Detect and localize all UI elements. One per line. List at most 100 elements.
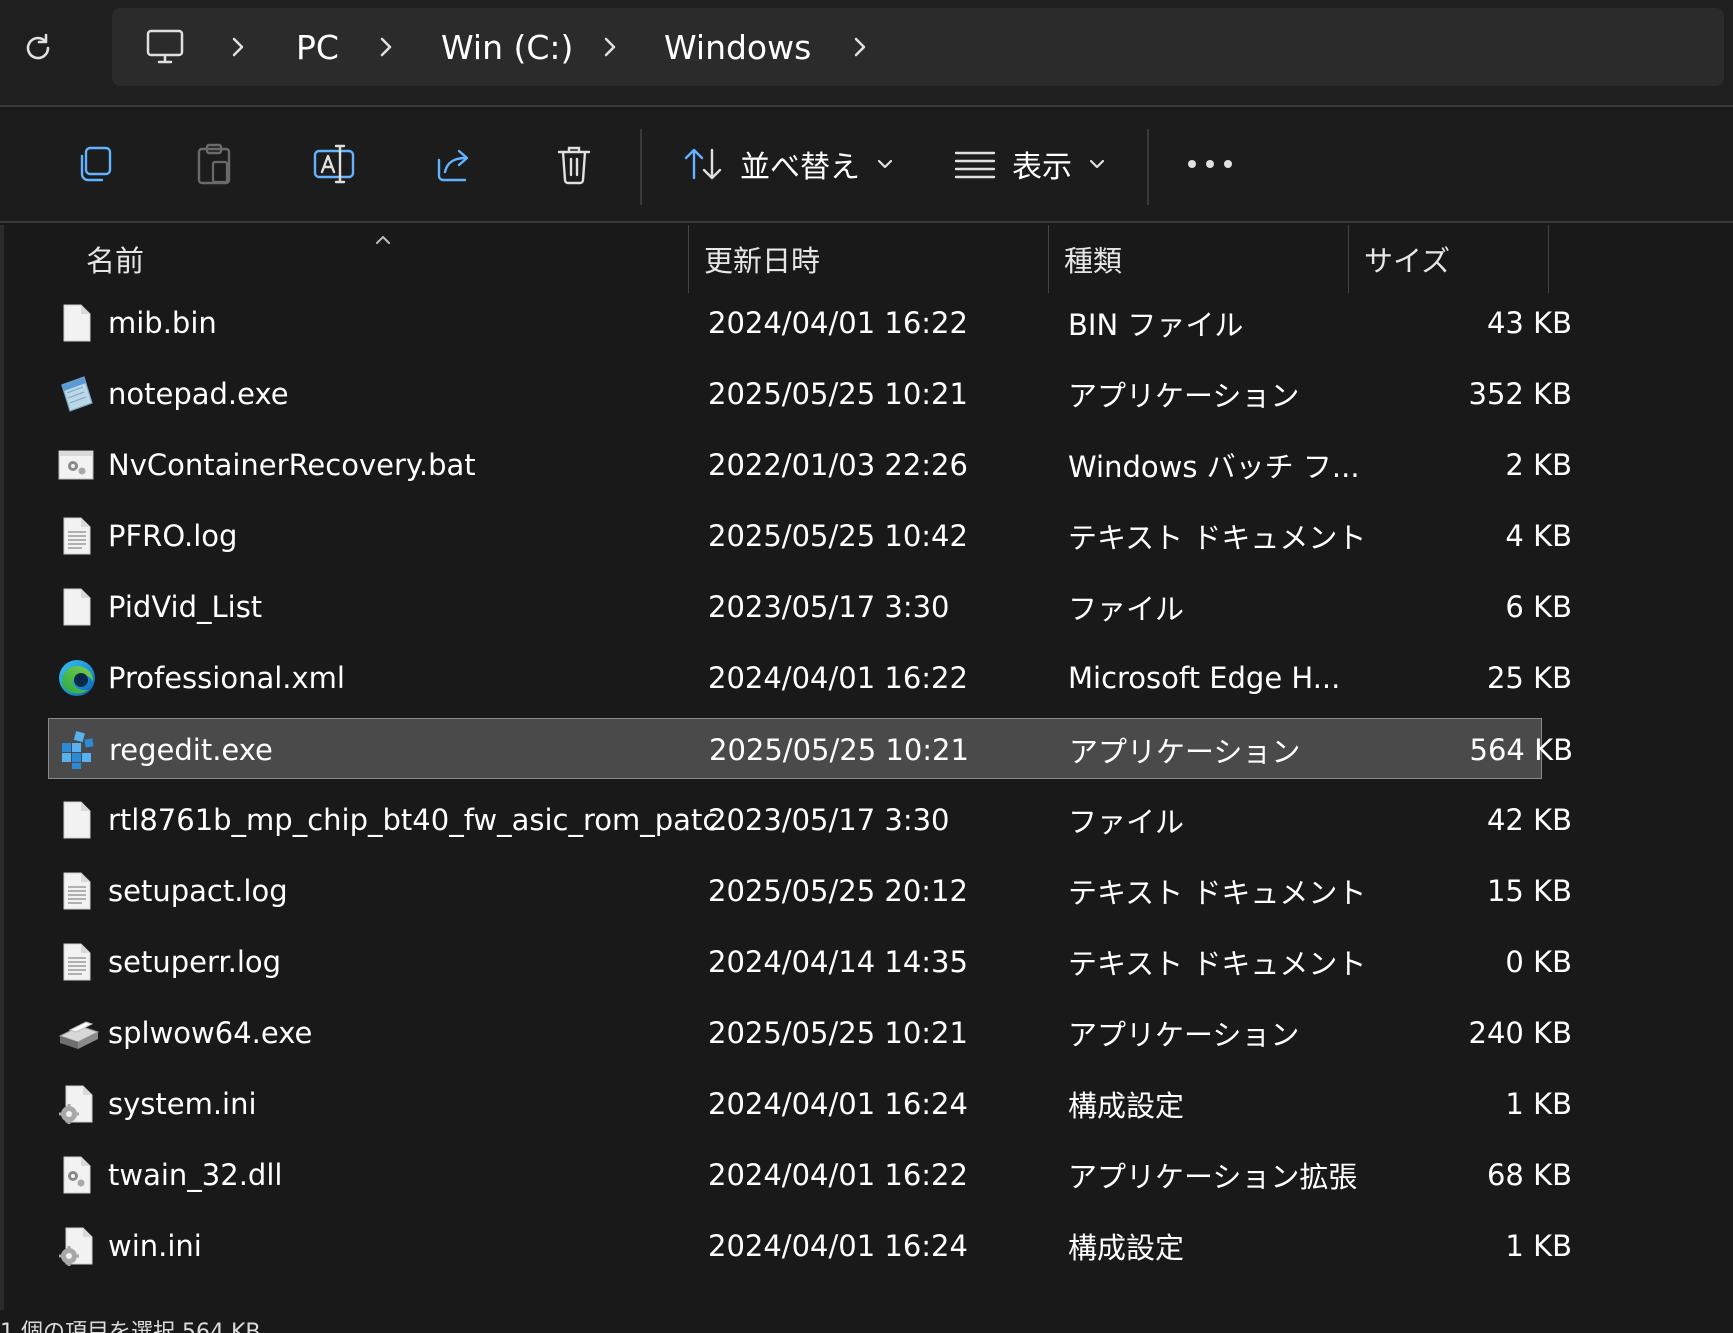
refresh-button[interactable] <box>14 24 62 72</box>
this-pc-button[interactable] <box>145 8 185 86</box>
regedit-icon <box>57 729 97 771</box>
file-row[interactable]: regedit.exe 2025/05/25 10:21 アプリケーション 564 K… <box>48 718 1573 779</box>
toolbar-separator <box>640 129 642 205</box>
chevron-right-icon[interactable] <box>230 8 246 86</box>
file-type: アプリケーション <box>1068 378 1300 413</box>
column-divider[interactable] <box>1048 225 1049 293</box>
blank-file-icon <box>56 799 96 841</box>
command-bar: 並べ替え 表示 <box>0 109 1733 223</box>
clipboard-icon <box>197 143 231 185</box>
file-row[interactable]: NvContainerRecovery.bat 2022/01/03 22:26 W… <box>48 434 1572 495</box>
printer-icon <box>56 1012 100 1054</box>
column-divider[interactable] <box>688 225 689 293</box>
more-options-button[interactable] <box>1180 134 1240 194</box>
file-row[interactable]: setuperr.log 2024/04/14 14:35 テキスト ドキュメント 0… <box>48 931 1572 992</box>
file-modified: 2024/04/01 16:24 <box>708 1228 968 1263</box>
file-name: setupact.log <box>108 873 288 908</box>
file-size: 0 KB <box>1505 944 1572 979</box>
file-row[interactable]: mib.bin 2024/04/01 16:22 BIN ファイル 43 KB <box>48 292 1572 353</box>
file-type: テキスト ドキュメント <box>1068 520 1367 555</box>
file-name: splwow64.exe <box>108 1015 313 1050</box>
text-file-icon <box>56 870 96 912</box>
sort-dropdown[interactable]: 並べ替え <box>682 134 894 194</box>
column-header-modified[interactable]: 更新日時 <box>704 225 820 293</box>
view-dropdown[interactable]: 表示 <box>954 134 1106 194</box>
file-row[interactable]: PFRO.log 2025/05/25 10:42 テキスト ドキュメント 4 KB <box>48 505 1572 566</box>
blank-file-icon <box>56 586 96 628</box>
batch-file-icon <box>56 444 96 486</box>
share-button[interactable] <box>424 134 484 194</box>
file-type: ファイル <box>1068 804 1185 839</box>
file-modified: 2023/05/17 3:30 <box>708 589 950 624</box>
file-size: 564 KB <box>1469 732 1573 767</box>
column-header-name[interactable]: 名前 <box>86 225 144 293</box>
blank-file-icon <box>56 302 96 344</box>
copy-button[interactable] <box>65 134 125 194</box>
settings-file-icon <box>56 1225 96 1267</box>
file-size: 68 KB <box>1486 1157 1572 1192</box>
file-modified: 2024/04/14 14:35 <box>708 944 968 979</box>
copy-icon <box>80 146 112 182</box>
file-modified: 2025/05/25 10:21 <box>708 376 968 411</box>
file-row[interactable]: splwow64.exe 2025/05/25 10:21 アプリケーション 240 … <box>48 1002 1572 1063</box>
file-type: アプリケーション <box>1068 1017 1300 1052</box>
file-name: twain_32.dll <box>108 1157 283 1192</box>
file-row[interactable]: rtl8761b_mp_chip_bt40_fw_asic_rom_patc..… <box>48 789 1572 850</box>
file-name: system.ini <box>108 1086 257 1121</box>
file-name: PFRO.log <box>108 518 238 553</box>
file-size: 2 KB <box>1505 447 1572 482</box>
status-text: 1 個の項目を選択 564 KB <box>0 1320 261 1333</box>
chevron-right-icon[interactable] <box>378 8 394 86</box>
column-header-type[interactable]: 種類 <box>1064 225 1122 293</box>
file-size: 4 KB <box>1505 518 1572 553</box>
more-icon <box>1188 160 1232 168</box>
chevron-right-icon[interactable] <box>602 8 618 86</box>
column-header-size[interactable]: サイズ <box>1364 225 1450 293</box>
toolbar-separator <box>1147 129 1149 205</box>
dll-file-icon <box>56 1154 96 1196</box>
file-type: テキスト ドキュメント <box>1068 875 1367 910</box>
file-row[interactable]: PidVid_List 2023/05/17 3:30 ファイル 6 KB <box>48 576 1572 637</box>
paste-button[interactable] <box>184 134 244 194</box>
rename-button[interactable] <box>304 134 364 194</box>
column-divider[interactable] <box>1548 225 1549 293</box>
file-modified: 2025/05/25 10:21 <box>708 1015 968 1050</box>
monitor-icon <box>146 29 184 64</box>
file-modified: 2024/04/01 16:22 <box>708 660 968 695</box>
chevron-right-icon[interactable] <box>852 8 868 86</box>
share-icon <box>437 149 469 182</box>
file-modified: 2025/05/25 20:12 <box>708 873 968 908</box>
refresh-icon <box>26 33 50 60</box>
text-file-icon <box>56 515 96 557</box>
file-row[interactable]: setupact.log 2025/05/25 20:12 テキスト ドキュメント 1… <box>48 860 1572 921</box>
file-size: 1 KB <box>1505 1228 1572 1263</box>
list-view-icon <box>954 151 996 179</box>
file-modified: 2022/01/03 22:26 <box>708 447 968 482</box>
trash-icon <box>557 146 591 185</box>
file-row[interactable]: win.ini 2024/04/01 16:24 構成設定 1 KB <box>48 1215 1572 1276</box>
breadcrumb[interactable]: PC Win (C:) Windows <box>112 8 1724 86</box>
address-bar-row: PC Win (C:) Windows <box>0 0 1733 107</box>
file-name: rtl8761b_mp_chip_bt40_fw_asic_rom_patc..… <box>108 802 728 837</box>
breadcrumb-windows[interactable]: Windows <box>664 8 811 86</box>
file-type: テキスト ドキュメント <box>1068 946 1367 981</box>
breadcrumb-pc[interactable]: PC <box>296 8 339 86</box>
file-row[interactable]: notepad.exe 2025/05/25 10:21 アプリケーション 352 K… <box>48 363 1572 424</box>
breadcrumb-drive-c[interactable]: Win (C:) <box>441 8 573 86</box>
delete-button[interactable] <box>544 134 604 194</box>
notepad-icon <box>56 373 96 415</box>
file-type: アプリケーション拡張 <box>1068 1159 1358 1194</box>
file-row[interactable]: twain_32.dll 2024/04/01 16:22 アプリケーション拡張 68… <box>48 1144 1572 1205</box>
rename-icon <box>313 144 355 184</box>
file-type: 構成設定 <box>1068 1230 1185 1265</box>
sort-ascending-icon <box>374 231 392 250</box>
file-list: 名前 更新日時 種類 サイズ mib.bin 2024/04/01 16:22 BI… <box>0 225 1733 1310</box>
file-size: 43 KB <box>1486 305 1572 340</box>
file-row[interactable]: Professional.xml 2024/04/01 16:22 Microsof… <box>48 647 1572 708</box>
file-size: 25 KB <box>1486 660 1572 695</box>
settings-file-icon <box>56 1083 96 1125</box>
file-modified: 2023/05/17 3:30 <box>708 802 950 837</box>
file-row[interactable]: system.ini 2024/04/01 16:24 構成設定 1 KB <box>48 1073 1572 1134</box>
column-divider[interactable] <box>1348 225 1349 293</box>
file-size: 6 KB <box>1505 589 1572 624</box>
